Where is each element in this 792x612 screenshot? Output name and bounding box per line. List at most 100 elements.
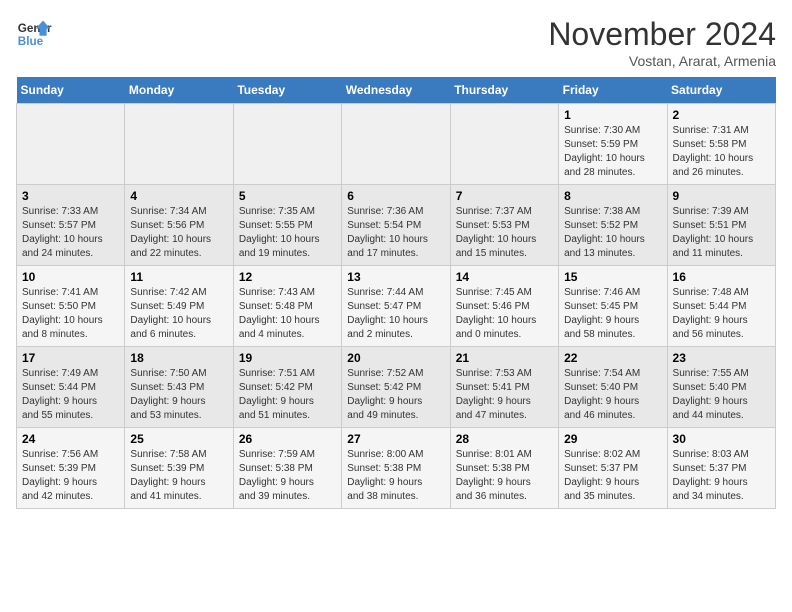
calendar-cell: 5 Sunrise: 7:35 AM Sunset: 5:55 PM Daylig… (233, 185, 341, 266)
day-info: Sunrise: 7:31 AM Sunset: 5:58 PM Dayligh… (673, 124, 770, 180)
calendar-cell: 10 Sunrise: 7:41 AM Sunset: 5:50 PM Dayli… (17, 266, 125, 347)
day-number: 1 (564, 108, 661, 122)
calendar-week-row: 17 Sunrise: 7:49 AM Sunset: 5:44 PM Dayli… (17, 347, 776, 428)
day-number: 19 (239, 351, 336, 365)
calendar-cell (125, 104, 233, 185)
header-monday: Monday (125, 77, 233, 104)
calendar-cell: 21 Sunrise: 7:53 AM Sunset: 5:41 PM Dayli… (450, 347, 558, 428)
day-number: 17 (22, 351, 119, 365)
logo: General Blue (16, 16, 52, 52)
calendar-cell: 6 Sunrise: 7:36 AM Sunset: 5:54 PM Daylig… (342, 185, 450, 266)
calendar-cell: 22Sunrise: 7:54 AM Sunset: 5:40 PM Dayli… (559, 347, 667, 428)
calendar-cell: 16Sunrise: 7:48 AM Sunset: 5:44 PM Dayli… (667, 266, 775, 347)
day-info: Sunrise: 7:55 AM Sunset: 5:40 PM Dayligh… (673, 367, 770, 423)
calendar-cell: 12 Sunrise: 7:43 AM Sunset: 5:48 PM Dayli… (233, 266, 341, 347)
day-info: Sunrise: 7:59 AM Sunset: 5:38 PM Dayligh… (239, 448, 336, 504)
day-number: 12 (239, 270, 336, 284)
calendar-cell: 18 Sunrise: 7:50 AM Sunset: 5:43 PM Dayli… (125, 347, 233, 428)
month-title: November 2024 (548, 16, 776, 53)
calendar-cell: 24 Sunrise: 7:56 AM Sunset: 5:39 PM Dayli… (17, 428, 125, 509)
day-number: 27 (347, 432, 444, 446)
calendar-week-row: 10 Sunrise: 7:41 AM Sunset: 5:50 PM Dayli… (17, 266, 776, 347)
day-number: 9 (673, 189, 770, 203)
calendar-cell (450, 104, 558, 185)
day-number: 3 (22, 189, 119, 203)
day-info: Sunrise: 7:44 AM Sunset: 5:47 PM Dayligh… (347, 286, 444, 342)
day-info: Sunrise: 7:56 AM Sunset: 5:39 PM Dayligh… (22, 448, 119, 504)
day-info: Sunrise: 7:53 AM Sunset: 5:41 PM Dayligh… (456, 367, 553, 423)
svg-text:General: General (18, 22, 52, 35)
day-number: 7 (456, 189, 553, 203)
calendar-cell (17, 104, 125, 185)
calendar-cell: 20Sunrise: 7:52 AM Sunset: 5:42 PM Dayli… (342, 347, 450, 428)
calendar-cell: 2 Sunrise: 7:31 AM Sunset: 5:58 PM Daylig… (667, 104, 775, 185)
day-info: Sunrise: 7:39 AM Sunset: 5:51 PM Dayligh… (673, 205, 770, 261)
header-wednesday: Wednesday (342, 77, 450, 104)
calendar-cell: 23 Sunrise: 7:55 AM Sunset: 5:40 PM Dayli… (667, 347, 775, 428)
logo-icon: General Blue (16, 16, 52, 52)
day-info: Sunrise: 7:43 AM Sunset: 5:48 PM Dayligh… (239, 286, 336, 342)
day-number: 2 (673, 108, 770, 122)
day-info: Sunrise: 7:41 AM Sunset: 5:50 PM Dayligh… (22, 286, 119, 342)
day-number: 20 (347, 351, 444, 365)
day-number: 5 (239, 189, 336, 203)
weekday-header-row: Sunday Monday Tuesday Wednesday Thursday… (17, 77, 776, 104)
day-number: 25 (130, 432, 227, 446)
day-info: Sunrise: 7:45 AM Sunset: 5:46 PM Dayligh… (456, 286, 553, 342)
day-info: Sunrise: 7:38 AM Sunset: 5:52 PM Dayligh… (564, 205, 661, 261)
calendar-cell: 4Sunrise: 7:34 AM Sunset: 5:56 PM Daylig… (125, 185, 233, 266)
calendar-cell: 19 Sunrise: 7:51 AM Sunset: 5:42 PM Dayli… (233, 347, 341, 428)
day-info: Sunrise: 7:37 AM Sunset: 5:53 PM Dayligh… (456, 205, 553, 261)
calendar-cell: 11 Sunrise: 7:42 AM Sunset: 5:49 PM Dayli… (125, 266, 233, 347)
day-info: Sunrise: 7:50 AM Sunset: 5:43 PM Dayligh… (130, 367, 227, 423)
day-number: 22 (564, 351, 661, 365)
day-info: Sunrise: 7:51 AM Sunset: 5:42 PM Dayligh… (239, 367, 336, 423)
calendar-cell: 26 Sunrise: 7:59 AM Sunset: 5:38 PM Dayli… (233, 428, 341, 509)
day-info: Sunrise: 8:02 AM Sunset: 5:37 PM Dayligh… (564, 448, 661, 504)
day-number: 16 (673, 270, 770, 284)
day-number: 24 (22, 432, 119, 446)
location-subtitle: Vostan, Ararat, Armenia (548, 53, 776, 69)
day-info: Sunrise: 7:58 AM Sunset: 5:39 PM Dayligh… (130, 448, 227, 504)
calendar-header: Sunday Monday Tuesday Wednesday Thursday… (17, 77, 776, 104)
day-number: 4 (130, 189, 227, 203)
day-info: Sunrise: 8:03 AM Sunset: 5:37 PM Dayligh… (673, 448, 770, 504)
day-info: Sunrise: 7:36 AM Sunset: 5:54 PM Dayligh… (347, 205, 444, 261)
header-thursday: Thursday (450, 77, 558, 104)
calendar-cell: 29Sunrise: 8:02 AM Sunset: 5:37 PM Dayli… (559, 428, 667, 509)
day-number: 28 (456, 432, 553, 446)
day-number: 13 (347, 270, 444, 284)
calendar-week-row: 3 Sunrise: 7:33 AM Sunset: 5:57 PM Daylig… (17, 185, 776, 266)
day-info: Sunrise: 7:33 AM Sunset: 5:57 PM Dayligh… (22, 205, 119, 261)
day-number: 15 (564, 270, 661, 284)
calendar-cell: 15 Sunrise: 7:46 AM Sunset: 5:45 PM Dayli… (559, 266, 667, 347)
header-friday: Friday (559, 77, 667, 104)
calendar-cell: 25 Sunrise: 7:58 AM Sunset: 5:39 PM Dayli… (125, 428, 233, 509)
calendar-week-row: 1Sunrise: 7:30 AM Sunset: 5:59 PM Daylig… (17, 104, 776, 185)
calendar-body: 1Sunrise: 7:30 AM Sunset: 5:59 PM Daylig… (17, 104, 776, 509)
day-number: 11 (130, 270, 227, 284)
day-info: Sunrise: 7:42 AM Sunset: 5:49 PM Dayligh… (130, 286, 227, 342)
calendar-cell (342, 104, 450, 185)
day-info: Sunrise: 7:49 AM Sunset: 5:44 PM Dayligh… (22, 367, 119, 423)
day-number: 21 (456, 351, 553, 365)
day-number: 6 (347, 189, 444, 203)
day-number: 14 (456, 270, 553, 284)
day-number: 10 (22, 270, 119, 284)
calendar-cell: 30Sunrise: 8:03 AM Sunset: 5:37 PM Dayli… (667, 428, 775, 509)
calendar-cell: 27 Sunrise: 8:00 AM Sunset: 5:38 PM Dayli… (342, 428, 450, 509)
day-info: Sunrise: 7:35 AM Sunset: 5:55 PM Dayligh… (239, 205, 336, 261)
svg-text:Blue: Blue (18, 35, 44, 48)
day-info: Sunrise: 7:46 AM Sunset: 5:45 PM Dayligh… (564, 286, 661, 342)
day-info: Sunrise: 8:01 AM Sunset: 5:38 PM Dayligh… (456, 448, 553, 504)
calendar-cell: 8 Sunrise: 7:38 AM Sunset: 5:52 PM Daylig… (559, 185, 667, 266)
day-number: 8 (564, 189, 661, 203)
day-number: 18 (130, 351, 227, 365)
header-sunday: Sunday (17, 77, 125, 104)
calendar-cell: 9 Sunrise: 7:39 AM Sunset: 5:51 PM Daylig… (667, 185, 775, 266)
day-number: 23 (673, 351, 770, 365)
calendar-cell: 28 Sunrise: 8:01 AM Sunset: 5:38 PM Dayli… (450, 428, 558, 509)
calendar-cell (233, 104, 341, 185)
day-info: Sunrise: 8:00 AM Sunset: 5:38 PM Dayligh… (347, 448, 444, 504)
day-number: 26 (239, 432, 336, 446)
